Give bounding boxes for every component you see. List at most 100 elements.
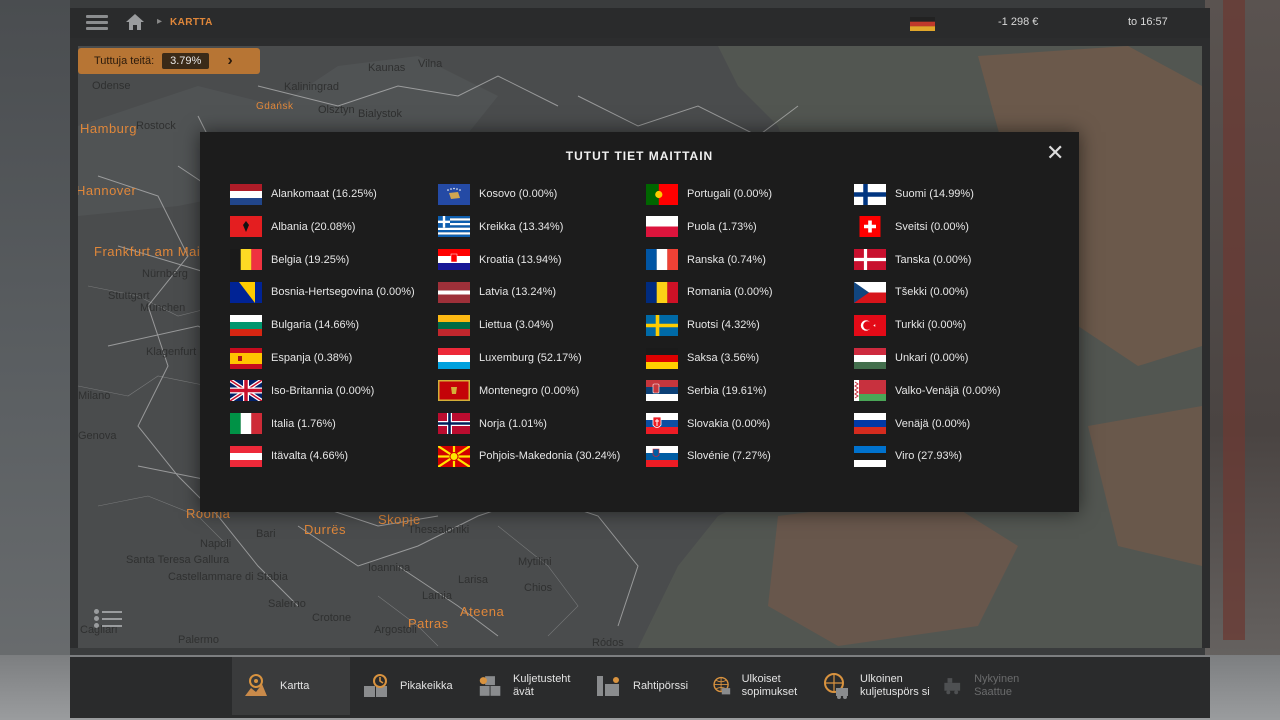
map-label: Olsztyn: [318, 104, 355, 116]
flag-es-icon: [230, 347, 262, 369]
country-label: Suomi (14.99%): [895, 188, 974, 200]
map-label: Kaliningrad: [284, 81, 340, 93]
map-label: Durrës: [304, 522, 347, 537]
map-label: Argostoli: [374, 624, 417, 636]
flag-pl-icon: [646, 216, 678, 238]
country-label: Kosovo (0.00%): [479, 188, 558, 200]
breadcrumb[interactable]: KARTTA: [170, 17, 213, 28]
country-label: Serbia (19.61%): [687, 384, 767, 397]
flag-fi-icon: [854, 183, 886, 205]
map-pin-icon: [245, 674, 267, 696]
flag-bg-icon: [230, 314, 262, 336]
flag-hr-icon: [438, 249, 470, 271]
flag-at-icon: [230, 445, 262, 467]
country-label: Kreikka (13.34%): [479, 220, 564, 233]
country-row: Ruotsi (4.32%): [646, 313, 760, 337]
country-row: Valko-Venäjä (0.00%): [854, 379, 1001, 403]
country-label: Portugali (0.00%): [687, 188, 772, 200]
country-row: Saksa (3.56%): [646, 346, 759, 370]
flag-ee-icon: [854, 445, 886, 467]
flag-tr-icon: [854, 314, 886, 336]
country-row: Espanja (0.38%): [230, 346, 352, 370]
country-row: Viro (27.93%): [854, 444, 962, 468]
country-row: Tanska (0.00%): [854, 248, 971, 272]
map-label: Crotone: [312, 612, 352, 624]
country-label: Tanska (0.00%): [895, 253, 972, 266]
country-row: Romania (0.00%): [646, 280, 773, 304]
flag-it-icon: [230, 413, 262, 435]
map-label: Thessaloniki: [408, 524, 470, 536]
country-row: Kroatia (13.94%): [438, 248, 562, 272]
flag-dk-icon: [854, 249, 886, 271]
country-row: Suomi (14.99%): [854, 182, 974, 206]
country-label: Albania (20.08%): [271, 220, 356, 233]
country-row: Unkari (0.00%): [854, 346, 968, 370]
known-roads-button[interactable]: Tuttuja teitä: 3.79% ›: [78, 48, 260, 74]
country-row: Alankomaat (16.25%): [230, 182, 377, 206]
country-label: Montenegro (0.00%): [479, 384, 580, 397]
map-label: Ródos: [592, 637, 624, 648]
country-row: Portugali (0.00%): [646, 182, 772, 206]
country-flag-icon: [910, 17, 935, 31]
country-row: Tšekki (0.00%): [854, 280, 968, 304]
country-row: Kreikka (13.34%): [438, 215, 563, 239]
country-row: Slovakia (0.00%): [646, 412, 770, 436]
close-icon[interactable]: ✕: [1046, 142, 1064, 164]
country-row: Liettua (3.04%): [438, 313, 554, 337]
country-row: Serbia (19.61%): [646, 379, 767, 403]
country-row: Venäjä (0.00%): [854, 412, 970, 436]
flag-hu-icon: [854, 347, 886, 369]
nav-item-ulkoiset-sopimukset[interactable]: Ulkoiset sopimukset: [702, 657, 810, 715]
nav-item-label: Ulkoinen kuljetuspörs si: [860, 673, 930, 698]
nav-item-ulkoinen-kuljetuspörs-si[interactable]: Ulkoinen kuljetuspörs si: [812, 657, 930, 715]
map-legend-button[interactable]: [92, 606, 122, 636]
map-label: Lamia: [422, 590, 452, 602]
country-label: Pohjois-Makedonia (30.24%): [479, 450, 621, 463]
flag-mk-icon: [438, 445, 470, 467]
dialog-title: TUTUT TIET MAITTAIN: [565, 149, 714, 163]
globe-truck-icon: [824, 673, 848, 699]
country-label: Bulgaria (14.66%): [271, 319, 360, 332]
nav-item-label: Nykyinen Saattue: [974, 673, 1020, 698]
country-label: Latvia (13.24%): [479, 286, 557, 299]
country-row: Belgia (19.25%): [230, 248, 349, 272]
map-label: Santa Teresa Gallura: [126, 554, 230, 566]
nav-item-kuljetusteht-ävät[interactable]: Kuljetusteht ävät: [468, 657, 583, 715]
country-label: Ruotsi (4.32%): [687, 319, 760, 332]
home-icon[interactable]: [124, 12, 146, 32]
cargo-boxes-icon: [479, 676, 501, 696]
country-label: Ranska (0.74%): [687, 253, 766, 266]
country-row: Slovénie (7.27%): [646, 444, 771, 468]
hamburger-menu-icon[interactable]: [86, 12, 108, 32]
map-label: Hannover: [78, 183, 137, 198]
country-label: Itävalta (4.66%): [271, 450, 349, 463]
map-label: Hamburg: [80, 121, 137, 136]
country-row: Kosovo (0.00%): [438, 182, 557, 206]
nav-item-label: Rahtipörssi: [633, 679, 689, 692]
map-label: Nürnberg: [142, 268, 188, 280]
flag-cz-icon: [854, 281, 886, 303]
nav-item-label: Ulkoiset sopimukset: [741, 673, 798, 698]
flag-lt-icon: [438, 314, 470, 336]
map-label: Chios: [524, 582, 553, 594]
nav-item-pikakeikka[interactable]: Pikakeikka: [352, 657, 464, 715]
flag-si-icon: [646, 445, 678, 467]
bottom-navigation: Kartta Pikakeikka Kuljetusteht ävät Rahtipö…: [70, 657, 1210, 718]
nav-item-rahtipörssi[interactable]: Rahtipörssi: [585, 657, 700, 715]
country-row: Pohjois-Makedonia (30.24%): [438, 444, 620, 468]
flag-gb-icon: [230, 380, 262, 402]
country-row: Iso-Britannia (0.00%): [230, 379, 374, 403]
map-label: Ateena: [460, 604, 505, 619]
country-label: Liettua (3.04%): [479, 319, 554, 332]
map-label: Milano: [78, 390, 111, 402]
country-label: Iso-Britannia (0.00%): [271, 384, 375, 397]
country-row: Luxemburg (52.17%): [438, 346, 582, 370]
country-row: Albania (20.08%): [230, 215, 355, 239]
country-label: Alankomaat (16.25%): [271, 188, 377, 200]
map-label: Palermo: [178, 634, 219, 646]
convoy-icon: [944, 678, 961, 695]
country-label: Saksa (3.56%): [687, 352, 760, 364]
nav-item-label: Kuljetusteht ävät: [513, 673, 571, 698]
known-roads-label: Tuttuja teitä:: [94, 55, 155, 67]
nav-item-kartta[interactable]: Kartta: [232, 657, 350, 715]
